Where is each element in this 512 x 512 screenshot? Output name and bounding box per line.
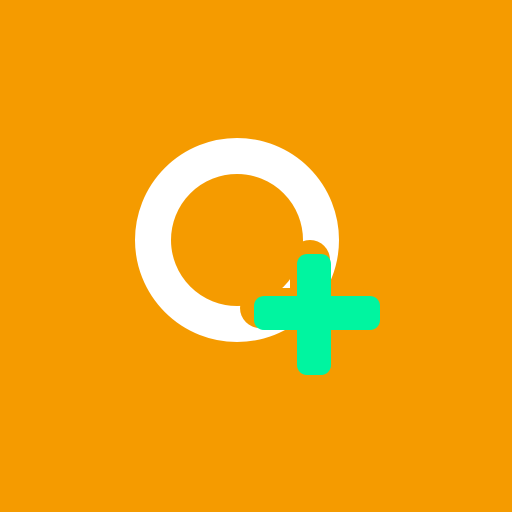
add-ring-icon bbox=[0, 0, 512, 512]
app-icon-tile bbox=[0, 0, 512, 512]
icon-background bbox=[0, 0, 512, 512]
